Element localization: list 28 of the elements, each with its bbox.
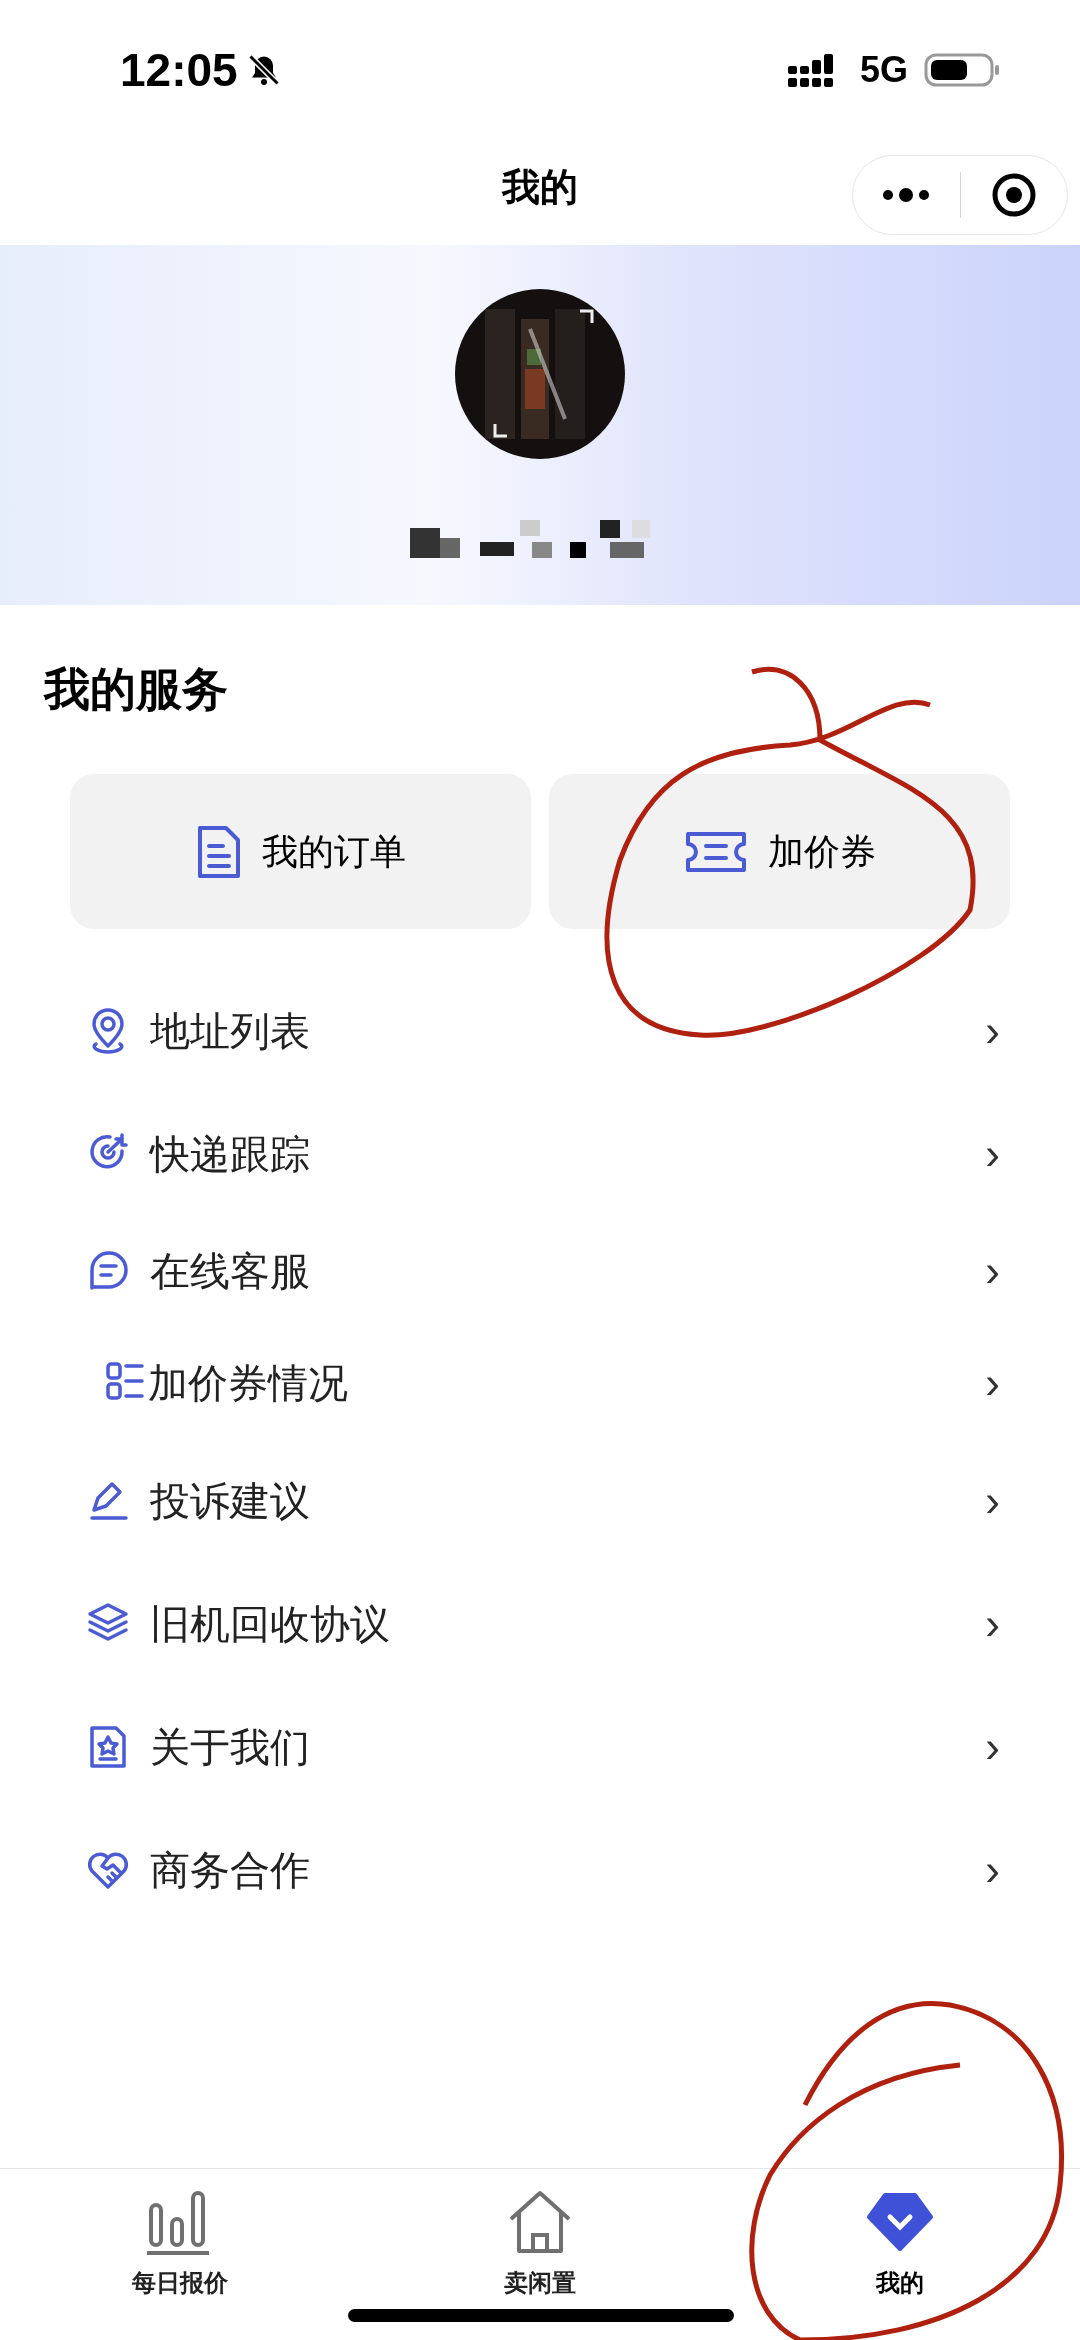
- menu-item[interactable]: 在线客服 ›: [0, 1215, 1080, 1327]
- section-title: 我的服务: [44, 662, 229, 717]
- ticket-icon: [683, 829, 748, 874]
- document-icon: [195, 823, 242, 880]
- menu-item[interactable]: 商务合作 ›: [0, 1808, 1080, 1931]
- chevron-icon: ›: [985, 1120, 1000, 1187]
- chevron-icon: ›: [985, 1836, 1000, 1903]
- chevron-icon: ›: [985, 997, 1000, 1064]
- menu-item[interactable]: 旧机回收协议 ›: [0, 1562, 1080, 1685]
- tab-item[interactable]: 每日报价: [0, 2169, 360, 2340]
- chevron-icon: ›: [985, 1590, 1000, 1657]
- network-type: 5G: [859, 48, 908, 92]
- chevron-icon: ›: [985, 1238, 1000, 1304]
- service-card[interactable]: 加价券: [549, 774, 1010, 929]
- tab-item[interactable]: 卖闲置: [360, 2169, 720, 2340]
- battery-icon: [924, 52, 1000, 88]
- chevron-icon: ›: [985, 1350, 1000, 1416]
- page-title: 我的: [502, 165, 578, 210]
- chevron-icon: ›: [985, 1713, 1000, 1780]
- chevron-icon: ›: [985, 1467, 1000, 1534]
- menu-item[interactable]: 加价券情况 ›: [0, 1327, 1080, 1439]
- clock-time: 12:05: [120, 42, 238, 98]
- menu-item[interactable]: 快递跟踪 ›: [0, 1092, 1080, 1215]
- menu-item[interactable]: 投诉建议 ›: [0, 1439, 1080, 1562]
- service-card[interactable]: 我的订单: [70, 774, 531, 929]
- tab-item[interactable]: 我的: [720, 2169, 1080, 2340]
- menu-item[interactable]: 关于我们 ›: [0, 1685, 1080, 1808]
- menu-item[interactable]: 地址列表 ›: [0, 969, 1080, 1092]
